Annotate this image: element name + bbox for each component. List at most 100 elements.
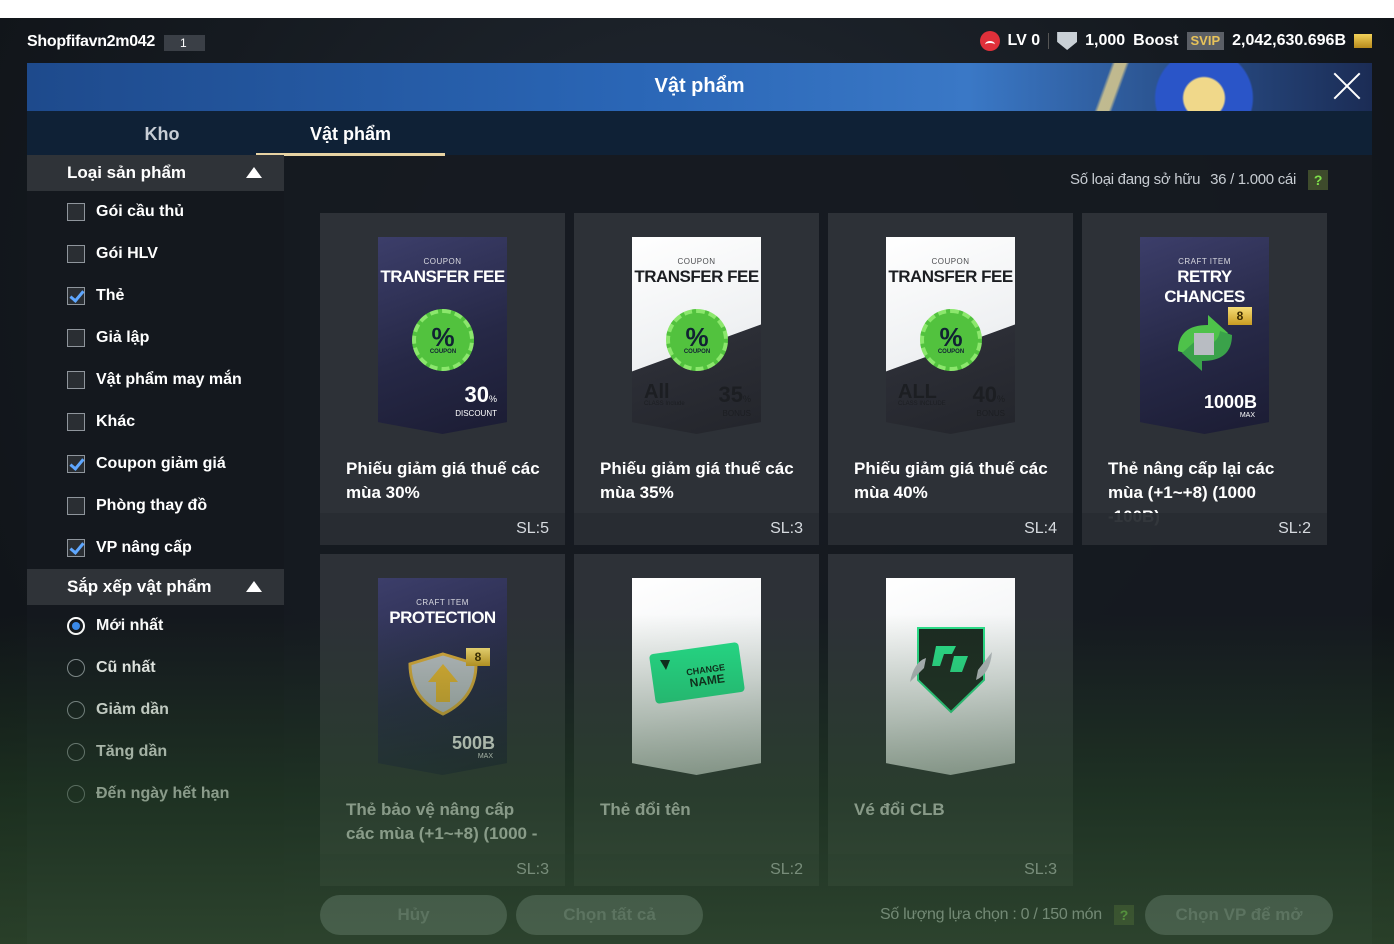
radio-button[interactable] [67,743,85,761]
filter-option[interactable]: Khác [27,401,284,443]
close-icon[interactable] [1332,71,1362,101]
item-name: Vé đổi CLB [854,800,945,819]
owned-label: Số loại đang sở hữu [1070,170,1201,188]
filter-option[interactable]: VP nâng cấp [27,527,284,569]
help-icon[interactable]: ? [1308,170,1328,190]
percent-coupon-icon: % COUPON [666,309,728,371]
item-card-art: COUPON TRANSFER FEE % COUPON 40% BONUS ALL CLAS… [886,237,1015,434]
divider [1048,33,1050,49]
card-value: 40% [972,382,1006,407]
level-text: LV 0 [1007,32,1041,49]
checkbox[interactable] [67,455,85,473]
tab-kho[interactable]: Kho [107,124,217,145]
class-sublabel: CLASS INCLUDE [898,401,946,407]
filter-option-label: VP nâng cấp [96,539,192,556]
window-title: Vật phẩm [654,75,745,97]
card-value: 30% [464,382,498,407]
checkbox[interactable] [67,371,85,389]
checkbox[interactable] [67,287,85,305]
item-card[interactable]: COUPON TRANSFER FEE % COUPON 30% DISCOUNT Phi… [320,213,565,545]
level-8-badge: 8 [466,648,490,666]
radio-button[interactable] [67,701,85,719]
sort-header[interactable]: Sắp xếp vật phẩm [27,569,284,605]
item-card-art: CRAFT ITEM RETRY CHANCES 8 1000B MAX [1140,237,1269,434]
card-supertitle: COUPON [423,257,462,266]
filter-option-label: Coupon giảm giá [96,455,226,472]
checkbox[interactable] [67,203,85,221]
owned-value: 36 / 1.000 cái [1210,170,1296,188]
collapse-up-icon[interactable] [246,581,262,592]
item-quantity: SL:2 [1082,513,1327,545]
item-name: Thẻ đổi tên [600,800,691,819]
resources: LV 0 1,000 Boost SVIP 2,042,630.696B [979,31,1372,51]
class-label: All [644,381,670,403]
card-title: TRANSFER FEE [634,267,759,286]
item-card[interactable]: CHANGE NAME Thẻ đổi tên SL:2 [574,554,819,886]
item-card[interactable]: CRAFT ITEM RETRY CHANCES 8 1000B MAX Thẻ nân… [1082,213,1327,545]
tab-bar: Kho Vật phẩm [27,111,1372,156]
cancel-button[interactable]: Hủy [320,895,507,935]
sort-option[interactable]: Cũ nhất [27,647,284,689]
item-card[interactable]: CRAFT ITEM PROTECTION 8 500B MAX Thẻ bảo vệ … [320,554,565,886]
owned-count: Số loại đang sở hữu 36 / 1.000 cái? [1070,170,1328,190]
open-selected-button[interactable]: Chọn VP để mở [1145,895,1333,935]
boost-label: Boost [1133,32,1179,49]
user-level-badge: 1 [164,35,205,51]
help-icon[interactable]: ? [1113,905,1134,925]
sort-option-label: Cũ nhất [96,659,156,676]
product-type-title: Loại sản phẩm [67,163,187,182]
radio-button[interactable] [67,617,85,635]
sort-option-label: Đến ngày hết hạn [96,785,230,802]
select-all-button[interactable]: Chọn tất cả [516,895,703,935]
points-value: 1,000 [1085,32,1126,49]
sort-option-label: Giảm dần [96,701,169,718]
filter-option[interactable]: Coupon giảm giá [27,443,284,485]
radio-button[interactable] [67,659,85,677]
max-label: MAX [1239,412,1255,419]
checkbox[interactable] [67,245,85,263]
sort-option[interactable]: Tăng dần [27,731,284,773]
username: Shopfifavn2m042 [27,33,155,50]
product-type-header[interactable]: Loại sản phẩm [27,155,284,191]
filter-option[interactable]: Vật phẩm may mắn [27,359,284,401]
radio-button[interactable] [67,785,85,803]
card-value-label: BONUS [722,409,751,418]
card-supertitle: COUPON [677,257,716,266]
footer-bar: Hủy Chọn tất cả Số lượng lựa chọn : 0 / … [27,889,1372,944]
card-supertitle: CRAFT ITEM [1178,257,1231,266]
filter-option[interactable]: Thẻ [27,275,284,317]
card-value: 35% [718,382,752,407]
item-quantity: SL:4 [828,513,1073,545]
sort-option-label: Mới nhất [96,617,164,634]
tab-vat-pham[interactable]: Vật phẩm [256,124,445,156]
item-card-art: CRAFT ITEM PROTECTION 8 500B MAX [378,578,507,775]
item-card-art: CHANGE NAME [632,578,761,775]
item-card[interactable]: Vé đổi CLB SL:3 [828,554,1073,886]
class-sublabel: CLASS Include [644,401,685,407]
checkbox[interactable] [67,329,85,347]
shield-icon [1057,32,1078,50]
sort-option-label: Tăng dần [96,743,168,760]
checkbox[interactable] [67,497,85,515]
filter-option[interactable]: Giả lập [27,317,284,359]
checkbox[interactable] [67,413,85,431]
collapse-up-icon[interactable] [246,167,262,178]
sort-option[interactable]: Đến ngày hết hạn [27,773,284,815]
filter-option[interactable]: Gói HLV [27,233,284,275]
filter-option-label: Gói cầu thủ [96,203,184,220]
filter-option-label: Gói HLV [96,245,158,262]
item-card[interactable]: COUPON TRANSFER FEE % COUPON 35% BONUS All CLAS… [574,213,819,545]
filter-option[interactable]: Gói cầu thủ [27,191,284,233]
sort-option[interactable]: Mới nhất [27,605,284,647]
item-card[interactable]: COUPON TRANSFER FEE % COUPON 40% BONUS ALL CLAS… [828,213,1073,545]
item-quantity: SL:2 [574,854,819,886]
filter-option[interactable]: Phòng thay đồ [27,485,284,527]
class-label: ALL [898,381,937,403]
checkbox[interactable] [67,539,85,557]
sort-list: Mới nhất Cũ nhất Giảm dần Tăng dần Đến ngày … [27,605,284,815]
filter-option-label: Giả lập [96,329,150,346]
item-card-art [886,578,1015,775]
svip-badge: SVIP [1186,32,1225,50]
card-supertitle: COUPON [931,257,970,266]
sort-option[interactable]: Giảm dần [27,689,284,731]
